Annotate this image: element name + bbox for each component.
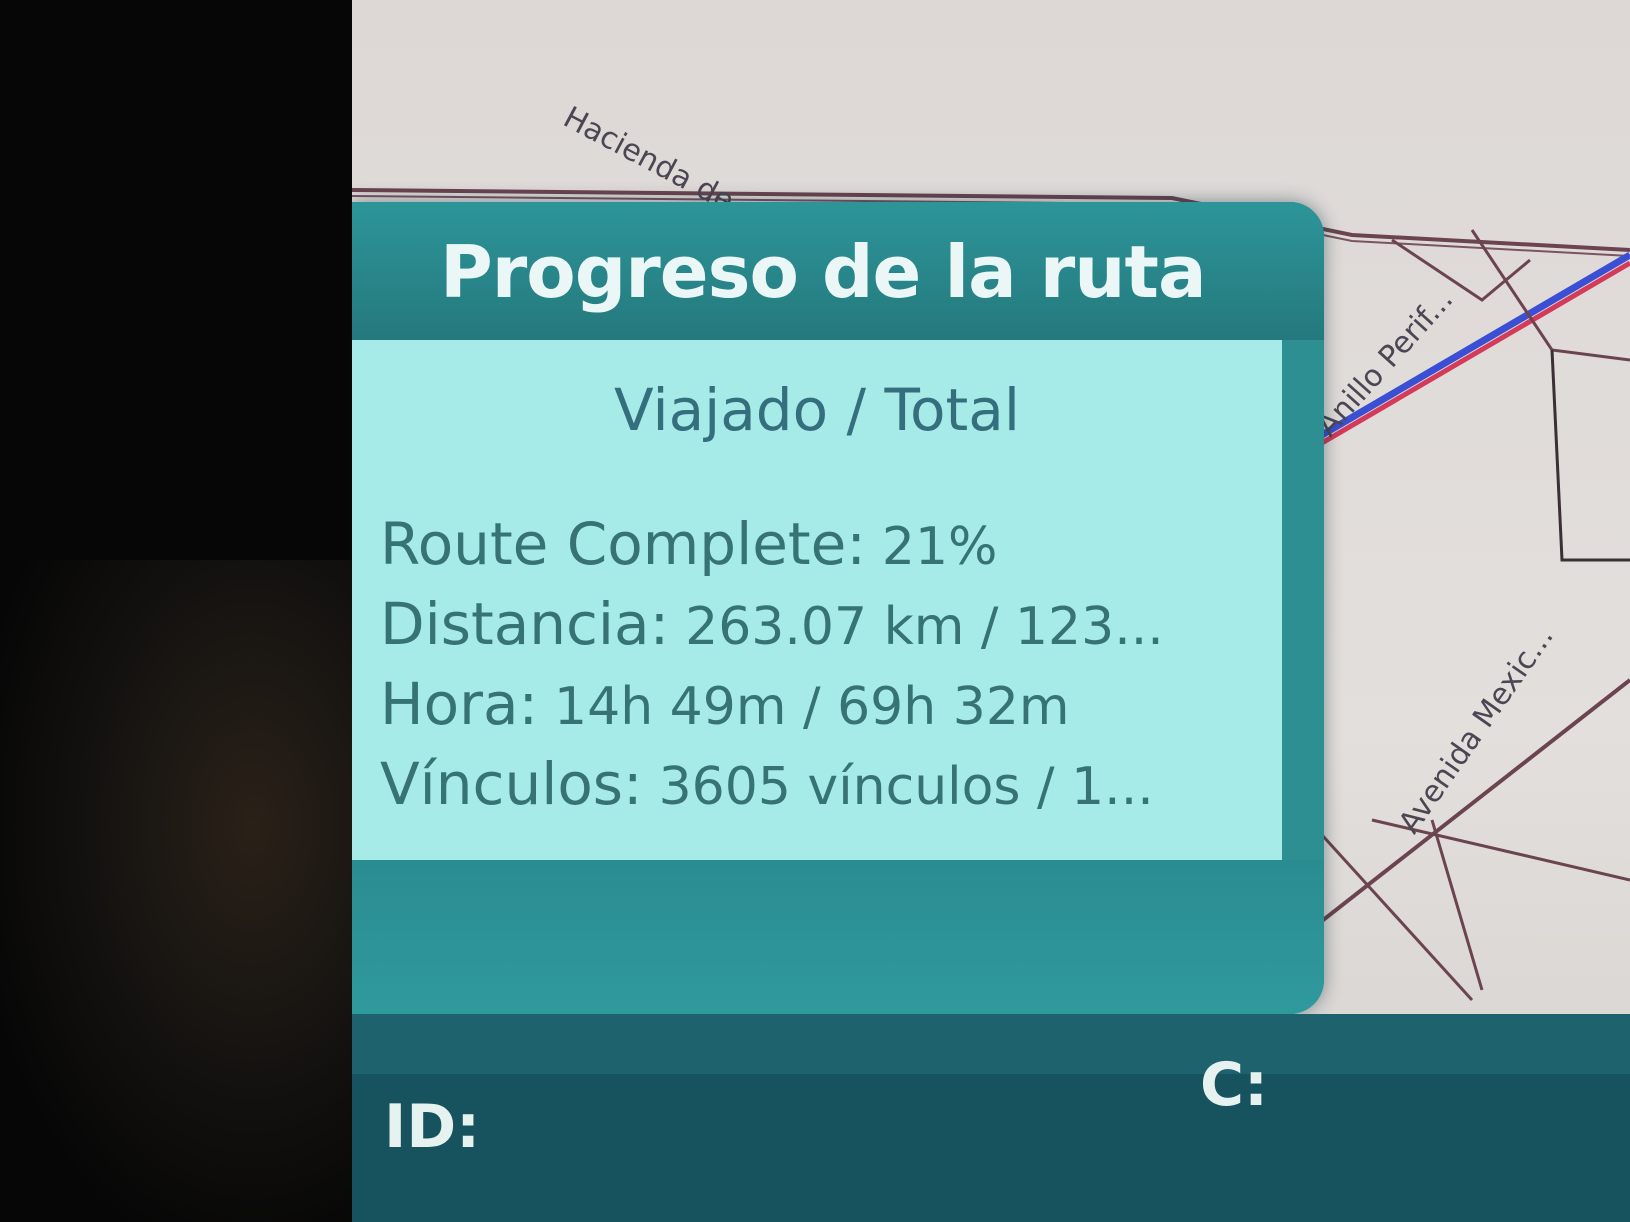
status-bar-strip (352, 1014, 1630, 1074)
time-row: Hora: 14h 49m / 69h 32m (380, 670, 1270, 738)
status-bar: ID: C: (352, 1014, 1630, 1222)
distance-value: 263.07 km / 123... (685, 597, 1164, 657)
distance-row: Distancia: 263.07 km / 123... (380, 590, 1270, 658)
route-complete-row: Route Complete: 21% (380, 510, 1270, 578)
dialog-header: Progreso de la ruta (352, 202, 1324, 340)
id-label: ID: (384, 1092, 481, 1162)
route-progress-dialog[interactable]: Progreso de la ruta Viajado / Total Rout… (352, 202, 1324, 1014)
links-value: 3605 vínculos / 1... (658, 757, 1154, 817)
links-row: Vínculos: 3605 vínculos / 1... (380, 750, 1270, 818)
time-value: 14h 49m / 69h 32m (554, 677, 1070, 737)
route-complete-value: 21% (881, 517, 998, 577)
distance-label: Distancia: (380, 590, 670, 658)
dialog-title: Progreso de la ruta (440, 230, 1207, 314)
navigation-screen: Hacienda de... Anillo Perif... Avenida M… (352, 0, 1630, 1222)
links-label: Vínculos: (380, 750, 643, 818)
time-label: Hora: (380, 670, 539, 738)
dialog-body: Viajado / Total Route Complete: 21% Dista… (352, 340, 1282, 860)
column-heading: Viajado / Total (614, 376, 1020, 444)
route-complete-label: Route Complete: (380, 510, 866, 578)
dialog-footer[interactable] (352, 860, 1324, 1014)
c-label: C: (1200, 1050, 1269, 1120)
